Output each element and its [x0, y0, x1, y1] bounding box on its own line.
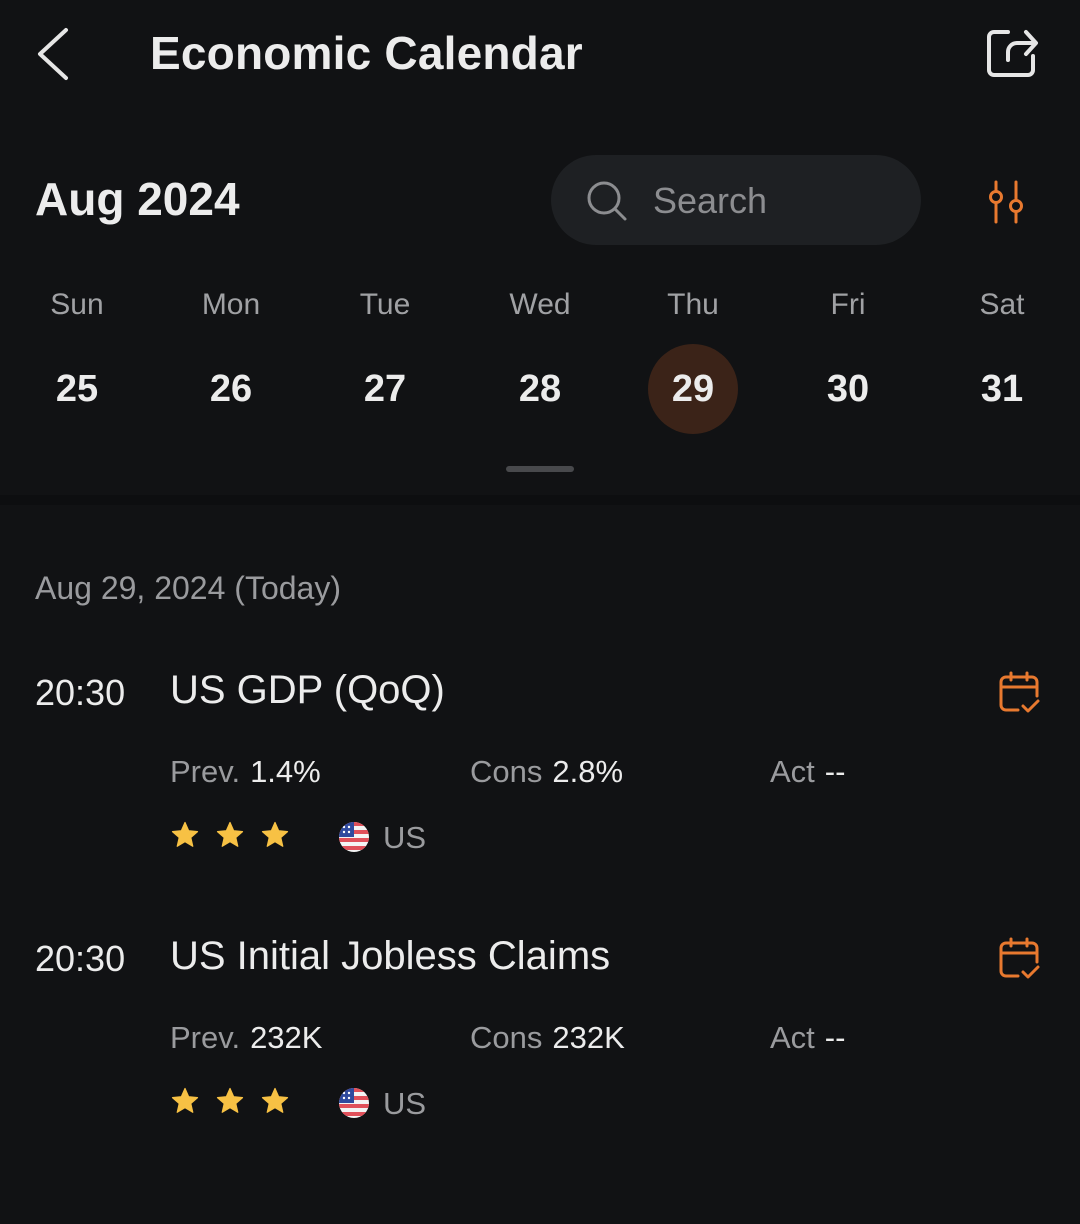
back-button[interactable]: [30, 24, 78, 84]
event-name: US Initial Jobless Claims: [170, 934, 611, 978]
day-name: Fri: [830, 288, 866, 321]
month-label[interactable]: Aug 2024: [35, 172, 240, 226]
add-to-calendar-button[interactable]: [996, 936, 1042, 982]
actual-value: Act --: [770, 754, 845, 790]
importance-rating: [170, 820, 305, 860]
act-value: --: [824, 1020, 846, 1055]
country-code: US: [383, 820, 427, 855]
actual-value: Act --: [770, 1020, 845, 1056]
cons-value: 232K: [552, 1020, 625, 1055]
star-icon: [261, 821, 289, 847]
act-label: Act: [770, 1020, 815, 1055]
importance-rating: [170, 1086, 305, 1126]
search-icon: [587, 181, 627, 221]
filter-button[interactable]: [982, 178, 1030, 226]
day-name: Sun: [50, 288, 104, 321]
day-number: 30: [826, 368, 870, 410]
day-number: 28: [518, 368, 562, 410]
day-number: 29: [648, 344, 738, 434]
calendar-check-icon: [999, 671, 1040, 713]
day-name: Sat: [979, 288, 1025, 321]
day-name: Tue: [359, 288, 411, 321]
star-icon: [216, 821, 244, 847]
day-name: Thu: [667, 288, 719, 321]
cons-value: 2.8%: [552, 754, 624, 789]
calendar-check-icon: [999, 937, 1040, 979]
previous-value: Prev. 1.4%: [170, 754, 321, 790]
prev-label: Prev.: [170, 754, 241, 789]
consensus-value: Cons 2.8%: [470, 754, 623, 790]
star-icon: [216, 1087, 244, 1113]
act-value: --: [824, 754, 846, 789]
cons-label: Cons: [470, 754, 543, 789]
star-icon: [171, 821, 199, 847]
event-item[interactable]: 20:30 US GDP (QoQ) Prev. 1.4% Cons 2.8% Ac…: [0, 668, 1080, 892]
event-item[interactable]: 20:30 US Initial Jobless Claims Prev. 232…: [0, 934, 1080, 1158]
top-bar: Economic Calendar: [0, 0, 1080, 110]
previous-value: Prev. 232K: [170, 1020, 322, 1056]
event-time: 20:30: [35, 938, 126, 979]
event-name: US GDP (QoQ): [170, 668, 445, 712]
star-icon: [261, 1087, 289, 1113]
share-button[interactable]: [982, 22, 1042, 82]
week-strip: Sun 25 Mon 26 Tue 27 Wed 28 Thu 29 Fri 3…: [0, 280, 1080, 450]
search-input[interactable]: [651, 175, 905, 227]
prev-label: Prev.: [170, 1020, 241, 1055]
us-flag-icon: [339, 822, 369, 852]
section-divider: [0, 495, 1080, 505]
country-code: US: [383, 1086, 427, 1121]
prev-value: 232K: [250, 1020, 323, 1055]
us-flag-icon: [339, 1088, 369, 1118]
chevron-left-icon: [38, 28, 68, 80]
day-number: 26: [209, 368, 253, 410]
page-title: Economic Calendar: [150, 27, 583, 79]
day-number: 27: [363, 368, 407, 410]
star-icon: [171, 1087, 199, 1113]
event-time: 20:30: [35, 672, 126, 713]
expand-handle[interactable]: [506, 466, 574, 472]
consensus-value: Cons 232K: [470, 1020, 625, 1056]
day-number: 31: [980, 368, 1024, 410]
day-name: Mon: [201, 288, 261, 321]
search-box[interactable]: [551, 155, 921, 245]
day-number: 25: [55, 368, 99, 410]
prev-value: 1.4%: [250, 754, 321, 789]
date-heading: Aug 29, 2024 (Today): [35, 570, 341, 606]
cons-label: Cons: [470, 1020, 543, 1055]
add-to-calendar-button[interactable]: [996, 670, 1042, 716]
day-name: Wed: [509, 288, 571, 321]
act-label: Act: [770, 754, 815, 789]
sliders-icon: [989, 180, 1023, 224]
share-icon: [987, 30, 1038, 77]
